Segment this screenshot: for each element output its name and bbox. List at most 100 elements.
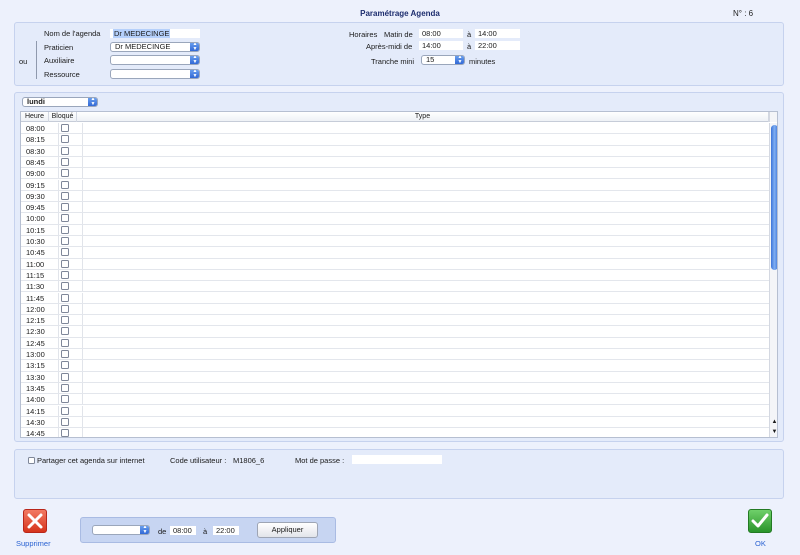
table-row[interactable]: 13:45 <box>21 382 769 395</box>
table-row[interactable]: 10:00 <box>21 213 769 225</box>
agenda-number: N° : 6 <box>733 9 754 18</box>
row-blocked-checkbox[interactable] <box>61 327 69 336</box>
row-blocked-checkbox[interactable] <box>61 157 69 166</box>
apply-day-select[interactable]: ▲ ▼ <box>92 525 150 535</box>
apply-button[interactable]: Appliquer <box>257 522 318 538</box>
agenda-name-field[interactable]: Dr MEDECINGE <box>110 29 200 38</box>
row-blocked-checkbox[interactable] <box>61 237 69 245</box>
row-divider <box>82 168 83 179</box>
col-header-type[interactable]: Type <box>77 112 769 122</box>
vertical-scrollbar[interactable]: ▲ ▼ <box>769 123 777 437</box>
tranche-label: Tranche mini <box>371 57 415 66</box>
row-divider <box>82 326 83 337</box>
row-time: 11:00 <box>26 259 45 269</box>
apres-midi-from-field[interactable]: 14:00 <box>419 41 463 50</box>
table-row[interactable]: 12:30 <box>21 326 769 338</box>
tranche-select[interactable]: 15 ▲ ▼ <box>421 55 465 65</box>
table-row[interactable]: 12:15 <box>21 315 769 327</box>
table-row[interactable]: 09:45 <box>21 202 769 214</box>
row-blocked-checkbox[interactable] <box>61 270 69 279</box>
table-row[interactable]: 11:45 <box>21 292 769 304</box>
auxiliaire-select[interactable]: ▲ ▼ <box>110 55 200 65</box>
row-blocked-checkbox[interactable] <box>61 316 69 325</box>
row-divider <box>58 394 59 405</box>
delete-button[interactable]: Supprimer <box>14 508 58 550</box>
col-header-heure[interactable]: Heure <box>21 112 49 122</box>
row-blocked-checkbox[interactable] <box>61 383 69 392</box>
row-blocked-checkbox[interactable] <box>61 282 69 291</box>
row-blocked-checkbox[interactable] <box>61 350 69 358</box>
row-blocked-checkbox[interactable] <box>61 180 69 189</box>
password-field[interactable] <box>352 455 442 464</box>
table-row[interactable]: 08:00 <box>21 123 769 135</box>
row-blocked-checkbox[interactable] <box>61 361 69 370</box>
table-row[interactable]: 13:30 <box>21 371 769 383</box>
apply-to-field[interactable]: 22:00 <box>213 526 239 535</box>
table-row[interactable]: 09:30 <box>21 190 769 203</box>
code-value: M1806_6 <box>233 456 265 465</box>
table-row[interactable]: 11:00 <box>21 258 769 270</box>
table-row[interactable]: 08:30 <box>21 145 769 157</box>
scroll-up-arrow[interactable]: ▲ <box>770 417 777 427</box>
row-blocked-checkbox[interactable] <box>61 225 69 234</box>
row-blocked-checkbox[interactable] <box>61 429 69 437</box>
scroll-down-arrow[interactable]: ▼ <box>770 427 777 437</box>
row-blocked-checkbox[interactable] <box>61 169 69 178</box>
row-blocked-checkbox[interactable] <box>61 203 69 212</box>
table-row[interactable]: 09:15 <box>21 179 769 191</box>
row-time: 13:15 <box>26 361 45 371</box>
row-blocked-checkbox[interactable] <box>61 124 69 132</box>
row-blocked-checkbox[interactable] <box>61 248 69 257</box>
row-divider <box>82 190 83 202</box>
day-select[interactable]: lundi ▲ ▼ <box>22 97 98 107</box>
row-blocked-checkbox[interactable] <box>61 304 69 313</box>
row-divider <box>58 428 59 437</box>
row-time: 09:30 <box>26 191 45 201</box>
matin-to-field[interactable]: 14:00 <box>475 29 520 38</box>
row-divider <box>58 360 59 371</box>
scroll-thumb[interactable] <box>771 125 777 270</box>
row-blocked-checkbox[interactable] <box>61 406 69 415</box>
agenda-name-label: Nom de l'agenda <box>44 29 101 38</box>
table-row[interactable]: 08:15 <box>21 134 769 146</box>
row-blocked-checkbox[interactable] <box>61 191 69 200</box>
table-row[interactable]: 10:15 <box>21 224 769 236</box>
table-row[interactable]: 11:30 <box>21 281 769 293</box>
col-header-bloque[interactable]: Bloqué <box>49 112 77 122</box>
table-row[interactable]: 13:00 <box>21 349 769 361</box>
row-blocked-checkbox[interactable] <box>61 417 69 426</box>
table-row[interactable]: 12:45 <box>21 337 769 349</box>
table-row[interactable]: 11:15 <box>21 269 769 282</box>
table-row[interactable]: 09:00 <box>21 168 769 180</box>
row-blocked-checkbox[interactable] <box>61 146 69 155</box>
row-blocked-checkbox[interactable] <box>61 135 69 144</box>
table-row[interactable]: 13:15 <box>21 360 769 372</box>
apres-midi-to-field[interactable]: 22:00 <box>475 41 520 50</box>
ok-button[interactable]: OK <box>744 508 780 550</box>
table-row[interactable]: 14:45 <box>21 428 769 437</box>
row-divider <box>58 371 59 382</box>
table-row[interactable]: 10:45 <box>21 247 769 259</box>
table-row[interactable]: 14:30 <box>21 416 769 429</box>
apply-from-field[interactable]: 08:00 <box>170 526 196 535</box>
praticien-select[interactable]: Dr MEDECINGE ▲ ▼ <box>110 42 200 52</box>
table-row[interactable]: 12:00 <box>21 303 769 316</box>
table-row[interactable]: 08:45 <box>21 156 769 169</box>
row-blocked-checkbox[interactable] <box>61 395 69 404</box>
share-checkbox[interactable] <box>28 457 35 464</box>
row-divider <box>58 224 59 235</box>
ressource-select[interactable]: ▲ ▼ <box>110 69 200 79</box>
row-blocked-checkbox[interactable] <box>61 214 69 223</box>
table-row[interactable]: 14:00 <box>21 394 769 406</box>
row-divider <box>82 236 83 247</box>
row-time: 12:15 <box>26 316 45 326</box>
table-row[interactable]: 10:30 <box>21 236 769 248</box>
table-row[interactable]: 14:15 <box>21 405 769 417</box>
matin-from-field[interactable]: 08:00 <box>419 29 463 38</box>
row-blocked-checkbox[interactable] <box>61 259 69 268</box>
row-time: 13:45 <box>26 383 45 393</box>
row-blocked-checkbox[interactable] <box>61 372 69 381</box>
row-blocked-checkbox[interactable] <box>61 338 69 347</box>
row-divider <box>82 349 83 360</box>
row-blocked-checkbox[interactable] <box>61 293 69 302</box>
